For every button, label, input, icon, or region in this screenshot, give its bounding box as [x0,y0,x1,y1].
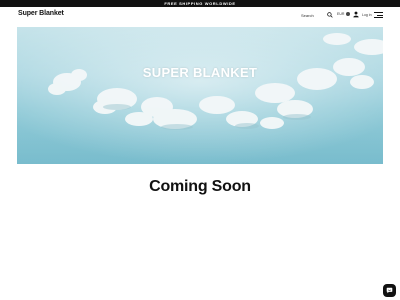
currency-label: EUR [337,12,345,16]
currency-selector[interactable]: EUR [337,12,351,17]
announcement-bar: FREE SHIPPING WORLDWIDE [0,0,400,7]
chat-icon [386,287,393,294]
search-icon[interactable] [327,12,333,18]
site-header: Super Blanket EUR Log in [0,7,400,24]
chat-button[interactable] [383,284,396,297]
hero-title: SUPER BLANKET [142,65,258,80]
page-heading: Coming Soon [149,178,251,195]
menu-icon[interactable] [374,12,383,18]
hero-image [17,27,383,164]
announcement-text: FREE SHIPPING WORLDWIDE [164,1,236,6]
search-input[interactable] [301,11,325,19]
hero-banner: SUPER BLANKET [17,27,383,164]
currency-flag-icon [346,12,351,17]
search-box [301,11,334,19]
account-icon[interactable] [353,11,359,18]
login-link[interactable]: Log in [362,13,372,17]
site-logo[interactable]: Super Blanket [18,10,64,17]
